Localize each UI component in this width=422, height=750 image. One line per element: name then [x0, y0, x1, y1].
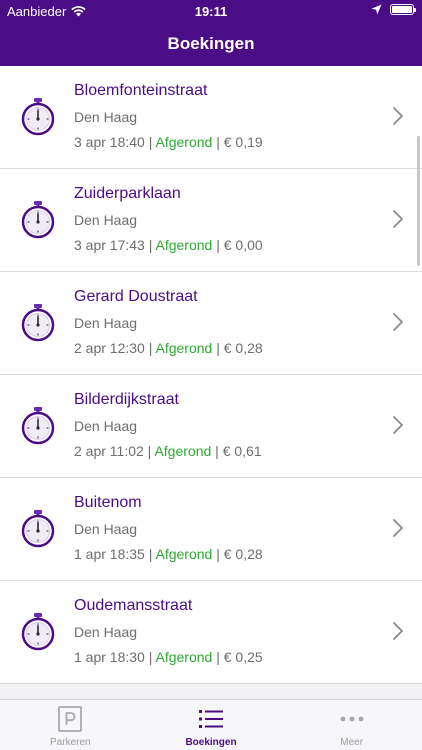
booking-datetime: 1 apr 18:35 [74, 546, 145, 562]
stopwatch-icon [20, 302, 56, 342]
booking-datetime: 3 apr 18:40 [74, 134, 145, 150]
chevron-right-icon [392, 312, 404, 332]
booking-status: Afgerond [155, 546, 213, 562]
booking-datetime: 2 apr 12:30 [74, 340, 145, 356]
booking-meta: 2 apr 12:30 | Afgerond | € 0,28 [74, 340, 263, 356]
booking-city: Den Haag [74, 315, 138, 331]
booking-status: Afgerond [155, 649, 213, 665]
booking-row[interactable]: Gerard Doustraat Den Haag 2 apr 12:30 | … [0, 272, 422, 375]
tab-label: Meer [340, 737, 364, 748]
chevron-right-icon [392, 106, 404, 126]
stopwatch-icon [20, 405, 56, 445]
booking-datetime: 1 apr 18:30 [74, 649, 145, 665]
stopwatch-icon [20, 199, 56, 239]
booking-price: € 0,28 [223, 340, 263, 356]
nav-bar: Boekingen [0, 22, 422, 66]
booking-status: Afgerond [155, 340, 213, 356]
booking-status: Afgerond [155, 134, 213, 150]
booking-city: Den Haag [74, 418, 138, 434]
booking-datetime: 3 apr 17:43 [74, 237, 145, 253]
booking-row[interactable]: Zuiderparklaan Den Haag 3 apr 17:43 | Af… [0, 169, 422, 272]
booking-price: € 0,19 [223, 134, 263, 150]
booking-street: Bilderdijkstraat [74, 391, 179, 408]
location-arrow-icon [371, 4, 382, 15]
booking-price: € 0,28 [223, 546, 263, 562]
tab-bar: Parkeren Boekingen Meer [0, 699, 422, 750]
booking-street: Zuiderparklaan [74, 185, 181, 202]
more-icon [338, 706, 366, 732]
booking-meta: 2 apr 11:02 | Afgerond | € 0,61 [74, 443, 262, 459]
booking-meta: 1 apr 18:35 | Afgerond | € 0,28 [74, 546, 263, 562]
booking-meta: 3 apr 17:43 | Afgerond | € 0,00 [74, 237, 263, 253]
booking-price: € 0,00 [223, 237, 263, 253]
chevron-right-icon [392, 209, 404, 229]
tab-boekingen[interactable]: Boekingen [141, 700, 282, 750]
tab-label: Boekingen [185, 737, 237, 748]
booking-row[interactable]: Oudemansstraat Den Haag 1 apr 18:30 | Af… [0, 581, 422, 684]
parking-icon [56, 706, 84, 732]
tab-label: Parkeren [50, 737, 91, 748]
chevron-right-icon [392, 621, 404, 641]
stopwatch-icon [20, 96, 56, 136]
chevron-right-icon [392, 518, 404, 538]
booking-datetime: 2 apr 11:02 [74, 443, 144, 459]
booking-meta: 3 apr 18:40 | Afgerond | € 0,19 [74, 134, 263, 150]
chevron-right-icon [392, 415, 404, 435]
booking-row[interactable]: Bilderdijkstraat Den Haag 2 apr 11:02 | … [0, 375, 422, 478]
booking-row[interactable]: Bloemfonteinstraat Den Haag 3 apr 18:40 … [0, 66, 422, 169]
status-bar: Aanbieder 19:11 [0, 0, 422, 22]
stopwatch-icon [20, 508, 56, 548]
tab-meer[interactable]: Meer [281, 700, 422, 750]
tab-parkeren[interactable]: Parkeren [0, 700, 141, 750]
booking-city: Den Haag [74, 212, 138, 228]
booking-row[interactable]: Buitenom Den Haag 1 apr 18:35 | Afgerond… [0, 478, 422, 581]
booking-street: Gerard Doustraat [74, 288, 198, 305]
booking-street: Oudemansstraat [74, 597, 193, 614]
stopwatch-icon [20, 611, 56, 651]
booking-city: Den Haag [74, 109, 138, 125]
booking-status: Afgerond [154, 443, 212, 459]
booking-price: € 0,61 [222, 443, 262, 459]
booking-city: Den Haag [74, 624, 138, 640]
status-right [371, 4, 416, 15]
booking-list[interactable]: Bloemfonteinstraat Den Haag 3 apr 18:40 … [0, 66, 422, 699]
booking-street: Buitenom [74, 494, 142, 511]
list-icon [197, 706, 225, 732]
scroll-indicator [417, 136, 420, 266]
booking-price: € 0,25 [223, 649, 263, 665]
page-title: Boekingen [167, 34, 255, 53]
status-time: 19:11 [194, 4, 228, 19]
booking-meta: 1 apr 18:30 | Afgerond | € 0,25 [74, 649, 263, 665]
booking-status: Afgerond [155, 237, 213, 253]
battery-icon [390, 4, 416, 15]
booking-street: Bloemfonteinstraat [74, 82, 208, 99]
booking-city: Den Haag [74, 521, 138, 537]
